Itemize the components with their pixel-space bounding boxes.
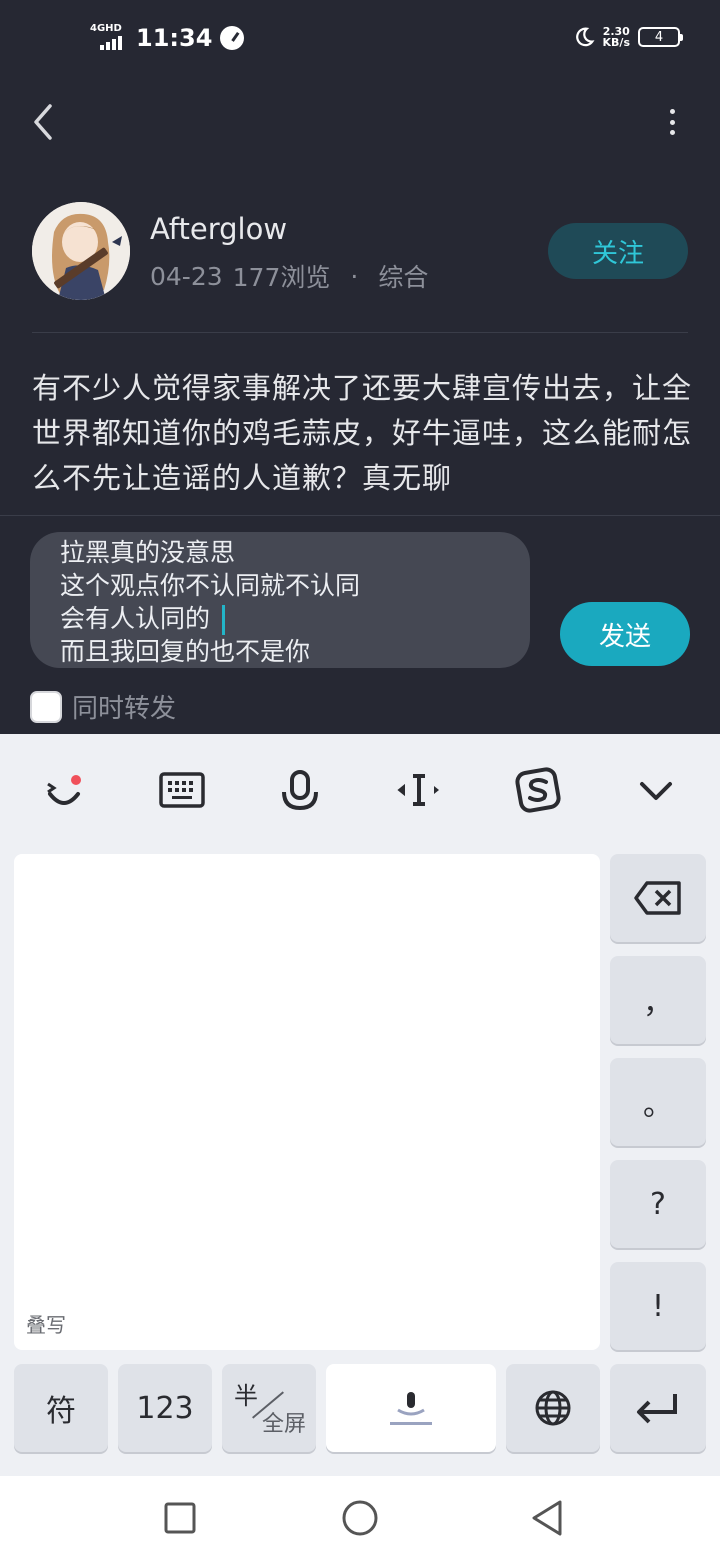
reply-line: 拉黑真的没意思 (60, 538, 236, 567)
battery-icon: 4 (638, 27, 683, 47)
back-triangle-icon[interactable] (528, 1498, 568, 1538)
globe-icon (535, 1390, 571, 1426)
author-name[interactable]: Afterglow (150, 212, 287, 246)
home-icon[interactable] (340, 1498, 380, 1538)
question-key[interactable]: ? (610, 1160, 706, 1248)
post-date: 04-23 (150, 261, 223, 291)
emoji-icon[interactable] (40, 766, 88, 814)
reply-line: 会有人认同的 (60, 602, 500, 635)
collapse-down-icon[interactable] (632, 766, 680, 814)
language-key[interactable] (506, 1364, 600, 1452)
full-label: 全屏 (261, 1412, 306, 1437)
post-category[interactable]: 综合 (378, 258, 428, 294)
backspace-key[interactable] (610, 854, 706, 942)
signal-icon: 4GHD (90, 24, 128, 52)
repost-label: 同时转发 (72, 694, 177, 724)
more-options-button[interactable] (664, 104, 680, 140)
status-time: 11:34 (136, 24, 213, 52)
avatar-image (32, 202, 130, 300)
chevron-left-icon (34, 104, 52, 140)
view-count: 177浏览 (232, 263, 331, 292)
handwrite-mode-label[interactable]: 叠写 (26, 1309, 66, 1338)
repost-checkbox[interactable] (30, 690, 62, 723)
microphone-icon[interactable] (276, 766, 324, 814)
divider (32, 332, 688, 333)
back-button[interactable] (28, 100, 64, 144)
system-nav-bar (0, 1476, 720, 1560)
reply-input[interactable]: 拉黑真的没意思 这个观点你不认同就不认同 会有人认同的 而且我回复的也不是你 (30, 532, 530, 668)
speed-unit: KB/s (602, 36, 630, 49)
symbol-key[interactable]: 符 (14, 1364, 108, 1452)
post-meta: 04-23 177浏览 · 综合 (150, 258, 428, 294)
post-content: 有不少人觉得家事解决了还要大肆宣传出去，让全世界都知道你的鸡毛蒜皮，好牛逼哇，这… (32, 371, 693, 495)
moon-icon (575, 27, 595, 47)
recent-apps-icon[interactable] (160, 1498, 200, 1538)
battery-level: 4 (654, 29, 664, 45)
backspace-icon (634, 881, 681, 915)
enter-icon (637, 1394, 677, 1424)
status-bar: 4GHD 11:34 2.30 KB/s 4 (0, 0, 720, 80)
text-cursor (222, 605, 226, 635)
network-speed: 2.30 KB/s (603, 26, 630, 48)
exclamation-key[interactable]: ! (610, 1262, 706, 1350)
send-button[interactable]: 发送 (560, 602, 690, 666)
repost-option[interactable]: 同时转发 (30, 688, 176, 725)
status-right: 2.30 KB/s 4 (573, 26, 683, 48)
half-full-width-key[interactable]: 半 全屏 (222, 1364, 316, 1452)
handwriting-area[interactable]: 叠写 (14, 854, 600, 1350)
reply-line: 这个观点你不认同就不认同 (60, 571, 361, 600)
network-type: 4GHD (90, 23, 122, 34)
enter-key[interactable] (610, 1364, 706, 1452)
comma-key[interactable]: ， (610, 956, 706, 1044)
follow-button[interactable]: 关注 (548, 223, 688, 279)
voice-input-icon (390, 1392, 432, 1425)
more-vertical-icon (669, 109, 675, 114)
period-key[interactable]: 。 (610, 1058, 706, 1146)
reply-line: 而且我回复的也不是你 (60, 637, 311, 666)
status-left: 4GHD 11:34 (90, 24, 245, 52)
number-key[interactable]: 123 (118, 1364, 212, 1452)
half-label: 半 (234, 1382, 258, 1410)
avatar[interactable] (32, 202, 130, 300)
divider (0, 515, 720, 516)
ime-keyboard: 叠写 ， 。 ? ! 符 123 半 全屏 (0, 734, 720, 1476)
space-key[interactable] (326, 1364, 496, 1452)
keyboard-icon[interactable] (158, 766, 206, 814)
sogou-logo-icon[interactable] (514, 766, 562, 814)
speedometer-icon (220, 26, 245, 50)
cursor-move-icon[interactable] (395, 766, 443, 814)
reply-line-text: 会有人认同的 (60, 604, 211, 633)
keyboard-toolbar (0, 734, 720, 846)
meta-separator: · (350, 261, 359, 291)
